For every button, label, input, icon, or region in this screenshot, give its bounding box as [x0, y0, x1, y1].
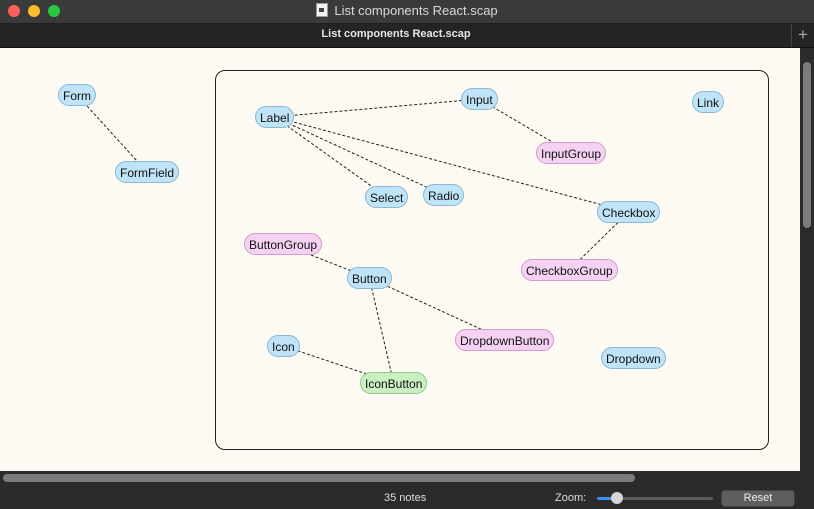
note-label: Input — [466, 93, 493, 107]
status-bar: 35 notes Zoom: Reset — [0, 486, 814, 509]
link-label-input — [274, 98, 480, 118]
tab-bar: List components React.scap + — [0, 24, 814, 48]
note-button[interactable]: Button — [347, 267, 392, 289]
note-label: ButtonGroup — [249, 238, 318, 252]
note-label: Form — [63, 89, 91, 103]
note-input[interactable]: Input — [461, 88, 498, 110]
note-link[interactable]: Link — [692, 91, 725, 113]
note-select[interactable]: Select — [365, 186, 409, 208]
note-label: IconButton — [365, 377, 423, 391]
note-inputgroup[interactable]: InputGroup — [536, 142, 607, 164]
horizontal-scrollbar[interactable] — [0, 471, 800, 485]
note-label: InputGroup — [541, 147, 602, 161]
notes-count: 35 notes — [384, 492, 427, 504]
reset-zoom-button[interactable]: Reset — [721, 490, 795, 507]
zoom-slider[interactable] — [597, 492, 713, 504]
note-radio[interactable]: Radio — [423, 184, 465, 206]
tab-list-components-react[interactable]: List components React.scap — [0, 28, 792, 40]
note-label: DropdownButton — [460, 334, 550, 348]
note-label: Label — [260, 111, 290, 125]
vertical-scrollbar[interactable] — [800, 48, 814, 471]
note-label: Select — [370, 191, 404, 205]
add-tab-button[interactable]: + — [791, 24, 814, 47]
link-label-select — [274, 116, 387, 198]
note-dropdown[interactable]: Dropdown — [601, 347, 666, 369]
document-icon — [316, 3, 329, 17]
note-iconbutton[interactable]: IconButton — [360, 372, 428, 394]
zoom-label: Zoom: — [555, 492, 587, 504]
window-title-text: List components React.scap — [334, 3, 498, 18]
note-label: Radio — [428, 189, 460, 203]
vertical-scroll-thumb[interactable] — [803, 62, 811, 228]
zoom-slider-knob[interactable] — [610, 492, 623, 504]
note-dropdownbutton[interactable]: DropdownButton — [455, 329, 555, 351]
note-form[interactable]: Form — [58, 84, 96, 106]
note-icon[interactable]: Icon — [267, 335, 300, 357]
note-label[interactable]: Label — [255, 106, 295, 128]
note-label: Link — [697, 96, 720, 110]
note-label: Checkbox — [602, 206, 656, 220]
note-label: Button — [352, 272, 387, 286]
note-label: Icon — [272, 340, 295, 354]
window-title: List components React.scap — [0, 3, 814, 18]
map-canvas[interactable]: Form FormField Label Input Link InputGro… — [0, 48, 800, 471]
note-buttongroup[interactable]: ButtonGroup — [244, 233, 323, 255]
note-formfield[interactable]: FormField — [115, 161, 180, 183]
note-checkbox[interactable]: Checkbox — [597, 201, 661, 223]
connection-lines — [76, 94, 630, 384]
note-label: FormField — [120, 166, 175, 180]
note-checkboxgroup[interactable]: CheckboxGroup — [521, 259, 618, 281]
link-label-radio — [274, 116, 444, 196]
title-bar: List components React.scap — [0, 0, 814, 24]
link-button-iconbutton — [368, 277, 395, 384]
note-label: Dropdown — [606, 352, 661, 366]
horizontal-scroll-thumb[interactable] — [3, 474, 635, 482]
note-label: CheckboxGroup — [526, 264, 613, 278]
